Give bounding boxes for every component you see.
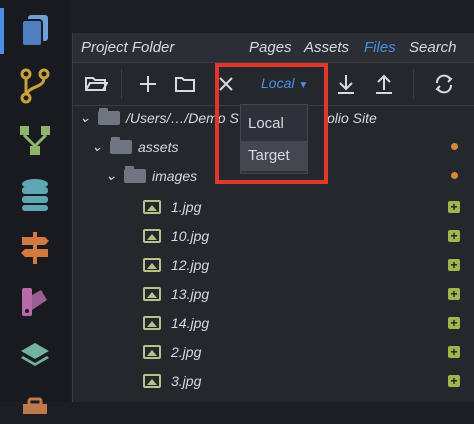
- list-item[interactable]: 13.jpg: [143, 279, 209, 308]
- database-icon[interactable]: [13, 175, 57, 215]
- tab-assets[interactable]: Assets: [304, 39, 349, 56]
- signpost-icon[interactable]: [13, 228, 57, 268]
- image-file-icon: [143, 228, 161, 243]
- tree-label-tail: olio Site: [327, 109, 377, 126]
- added-badge-icon: +: [448, 288, 460, 300]
- tree-label: assets: [138, 138, 179, 155]
- tab-pages[interactable]: Pages: [249, 39, 292, 56]
- add-button[interactable]: [133, 70, 163, 98]
- tab-files[interactable]: Files: [364, 39, 396, 56]
- list-item[interactable]: 3.jpg: [143, 366, 201, 395]
- folder-icon: [124, 165, 146, 183]
- tree-row-images[interactable]: ⌄ images: [104, 161, 197, 190]
- tree-label: images: [152, 167, 198, 184]
- file-name: 2.jpg: [171, 343, 202, 360]
- chevron-down-icon[interactable]: ⌄: [90, 138, 104, 155]
- file-name: 13.jpg: [171, 285, 210, 302]
- image-file-icon: [143, 286, 161, 301]
- image-file-icon: [143, 344, 161, 359]
- annotation-highlight-box: [215, 63, 328, 184]
- chevron-down-icon[interactable]: ⌄: [104, 167, 118, 184]
- list-item[interactable]: 2.jpg: [143, 337, 201, 366]
- sync-icon[interactable]: [429, 70, 459, 98]
- added-badge-icon: +: [448, 346, 460, 358]
- panel-title: Project Folder: [81, 39, 175, 56]
- image-file-icon: [143, 373, 161, 388]
- chevron-down-icon[interactable]: ⌄: [78, 109, 92, 126]
- tab-search[interactable]: Search: [409, 39, 457, 56]
- layers-icon[interactable]: [13, 336, 57, 376]
- file-name: 3.jpg: [171, 372, 202, 389]
- briefcase-icon[interactable]: [13, 384, 57, 424]
- open-folder-button[interactable]: [81, 70, 111, 98]
- active-indicator: [0, 8, 4, 54]
- added-badge-icon: +: [448, 201, 460, 213]
- new-folder-button[interactable]: [170, 70, 200, 98]
- image-file-icon: [143, 315, 161, 330]
- added-badge-icon: +: [448, 230, 460, 242]
- file-name: 14.jpg: [171, 314, 210, 331]
- added-badge-icon: +: [448, 317, 460, 329]
- list-item[interactable]: 14.jpg: [143, 308, 209, 337]
- activity-rail: [0, 0, 70, 414]
- upload-button[interactable]: [369, 70, 399, 98]
- folder-icon: [98, 107, 120, 125]
- list-item[interactable]: 10.jpg: [143, 221, 209, 250]
- modified-indicator: [451, 172, 458, 179]
- list-item[interactable]: 12.jpg: [143, 250, 209, 279]
- file-name: 1.jpg: [171, 198, 202, 215]
- toolbar-divider: [121, 69, 122, 99]
- hierarchy-icon[interactable]: [13, 120, 57, 160]
- modified-indicator: [451, 143, 458, 150]
- added-badge-icon: +: [448, 259, 460, 271]
- folder-icon: [110, 136, 132, 154]
- list-item[interactable]: 1.jpg: [143, 192, 201, 221]
- added-badge-icon: +: [448, 375, 460, 387]
- image-file-icon: [143, 199, 161, 214]
- image-file-icon: [143, 257, 161, 272]
- toolbar-divider: [413, 69, 414, 99]
- download-button[interactable]: [331, 70, 361, 98]
- git-branch-icon[interactable]: [13, 66, 57, 106]
- panel-header: Project Folder Pages Assets Files Search: [73, 33, 474, 63]
- pages-icon[interactable]: [13, 10, 57, 50]
- file-name: 10.jpg: [171, 227, 210, 244]
- tree-row-assets[interactable]: ⌄ assets: [90, 132, 178, 161]
- palette-icon[interactable]: [13, 282, 57, 322]
- file-name: 12.jpg: [171, 256, 210, 273]
